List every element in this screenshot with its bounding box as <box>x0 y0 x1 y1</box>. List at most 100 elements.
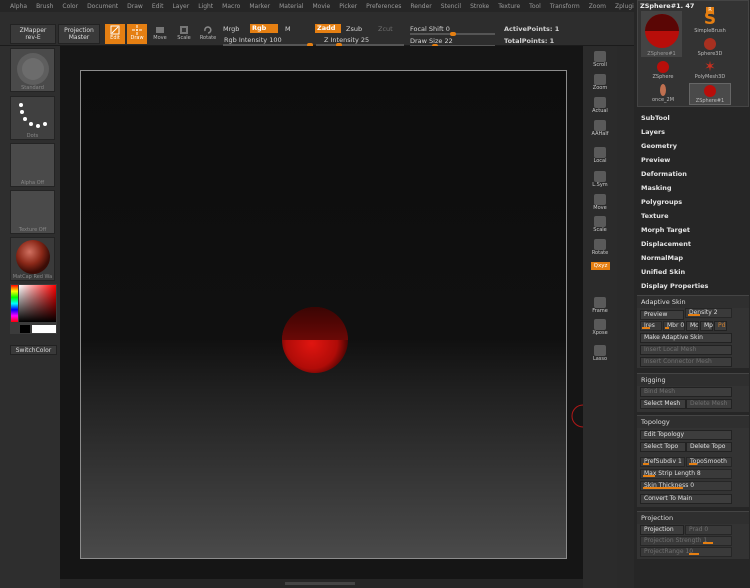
projection-strength-slider[interactable]: Projection Strength 1 <box>640 536 732 546</box>
alpha-thumbnail[interactable]: Alpha Off <box>10 143 55 187</box>
zmapper-button[interactable]: ZMapper rev-E <box>10 24 56 44</box>
menu-item-stencil[interactable]: Stencil <box>441 3 461 10</box>
palette-texture[interactable]: Texture <box>641 212 669 220</box>
mrgb-button[interactable]: Mrgb <box>223 25 239 33</box>
insert-connector-mesh-button[interactable]: Insert Connector Mesh <box>640 357 732 367</box>
draw-button[interactable]: Draw <box>127 24 147 44</box>
shelf-move-button[interactable]: Move <box>589 193 611 213</box>
menu-item-texture[interactable]: Texture <box>498 3 520 10</box>
palette-normalmap[interactable]: NormalMap <box>641 254 683 262</box>
shelf-scale-button[interactable]: Scale <box>589 215 611 235</box>
tool-main-thumb[interactable]: ZSphere#1 <box>641 11 682 57</box>
shelf-actual-button[interactable]: Actual <box>589 96 611 116</box>
adaptive-skin-header[interactable]: Adaptive Skin <box>637 296 749 308</box>
adaptive-density-slider[interactable]: Density 2 <box>685 308 732 318</box>
menu-item-layer[interactable]: Layer <box>172 3 189 10</box>
switch-color-button[interactable]: SwitchColor <box>10 345 57 355</box>
edit-topology-button[interactable]: Edit Topology <box>640 430 732 440</box>
menu-item-stroke[interactable]: Stroke <box>470 3 489 10</box>
tool-thumb-sphere3d[interactable]: Sphere3D <box>693 37 727 59</box>
menu-item-edit[interactable]: Edit <box>152 3 164 10</box>
m-button[interactable]: M <box>285 25 291 33</box>
tool-thumb-once2m[interactable]: once_2M <box>646 83 680 105</box>
menu-item-preferences[interactable]: Preferences <box>366 3 401 10</box>
menu-item-render[interactable]: Render <box>410 3 431 10</box>
palette-masking[interactable]: Masking <box>641 184 672 192</box>
toposmooth-slider[interactable]: TopoSmooth <box>686 457 732 467</box>
shelf-aahalf-button[interactable]: AAHalf <box>589 119 611 139</box>
menu-item-transform[interactable]: Transform <box>550 3 580 10</box>
palette-displacement[interactable]: Displacement <box>641 240 691 248</box>
rigging-header[interactable]: Rigging <box>637 374 749 386</box>
bottom-scroll-handle[interactable] <box>285 582 355 585</box>
rotate-button[interactable]: Rotate <box>198 24 218 44</box>
tool-thumb-simplebrush[interactable]: S SimpleBrush <box>693 11 727 35</box>
shelf-rotate-button[interactable]: Rotate <box>589 238 611 258</box>
palette-polygroups[interactable]: Polygroups <box>641 198 682 206</box>
adaptive-mp-button[interactable]: Mp <box>700 321 713 331</box>
zsub-button[interactable]: Zsub <box>346 25 362 33</box>
shelf-scroll-button[interactable]: Scroll <box>589 50 611 70</box>
skin-thickness-slider[interactable]: Skin Thickness 0 <box>640 481 732 491</box>
palette-preview[interactable]: Preview <box>641 156 670 164</box>
menu-item-light[interactable]: Light <box>198 3 213 10</box>
adaptive-mbr-slider[interactable]: Mbr 0 <box>663 321 685 331</box>
menu-item-marker[interactable]: Marker <box>249 3 270 10</box>
palette-subtool[interactable]: SubTool <box>641 114 670 122</box>
xyz-symmetry-button[interactable]: Qxyz <box>591 262 610 270</box>
shelf-frame-button[interactable]: Frame <box>589 296 611 316</box>
move-button[interactable]: Move <box>150 24 170 44</box>
color-picker[interactable] <box>10 284 57 334</box>
adaptive-preview-button[interactable]: Preview <box>640 310 684 320</box>
topology-header[interactable]: Topology <box>637 416 749 428</box>
make-adaptive-skin-button[interactable]: Make Adaptive Skin <box>640 333 732 343</box>
menu-item-movie[interactable]: Movie <box>312 3 330 10</box>
projection-header[interactable]: Projection <box>637 512 749 524</box>
palette-display-properties[interactable]: Display Properties <box>641 282 708 290</box>
menu-item-document[interactable]: Document <box>87 3 118 10</box>
shelf-xpose-button[interactable]: Xpose <box>589 318 611 338</box>
menu-item-alpha[interactable]: Alpha <box>10 3 27 10</box>
focal-shift-slider[interactable] <box>410 32 495 36</box>
menu-item-draw[interactable]: Draw <box>127 3 143 10</box>
shelf-zoom-button[interactable]: Zoom <box>589 73 611 93</box>
prad-slider[interactable]: Prad 0 <box>685 525 732 535</box>
tool-thumb-zsphere-selected[interactable]: ZSphere#1 <box>689 83 731 105</box>
menu-item-tool[interactable]: Tool <box>529 3 541 10</box>
palette-morph-target[interactable]: Morph Target <box>641 226 690 234</box>
edit-button[interactable]: Edit <box>105 24 125 44</box>
saturation-field[interactable] <box>19 285 56 322</box>
main-color-swatch[interactable] <box>32 325 56 333</box>
hue-strip[interactable] <box>11 285 18 322</box>
menu-item-picker[interactable]: Picker <box>339 3 357 10</box>
bind-mesh-button[interactable]: Bind Mesh <box>640 387 732 397</box>
projection-button[interactable]: Projection <box>640 525 684 535</box>
select-topo-button[interactable]: Select Topo <box>640 442 686 452</box>
stroke-thumbnail[interactable]: Dots <box>10 96 55 140</box>
zcut-button[interactable]: Zcut <box>378 25 393 33</box>
delete-mesh-button[interactable]: Delete Mesh <box>686 399 732 409</box>
adaptive-pd-button[interactable]: Pd <box>714 321 727 331</box>
palette-deformation[interactable]: Deformation <box>641 170 687 178</box>
prefsubdiv-slider[interactable]: PrefSubdiv 1 <box>640 457 685 467</box>
tool-thumb-zsphere[interactable]: ZSphere <box>646 60 680 82</box>
texture-thumbnail[interactable]: Texture Off <box>10 190 55 234</box>
secondary-color-swatch[interactable] <box>20 325 30 333</box>
tool-thumb-polymesh3d[interactable]: ✶ PolyMesh3D <box>693 60 727 82</box>
material-thumbnail[interactable]: MatCap Red Wa <box>10 237 55 281</box>
shelf-local-button[interactable]: Local <box>589 146 611 166</box>
select-mesh-button[interactable]: Select Mesh <box>640 399 686 409</box>
adaptive-mc-button[interactable]: Mc <box>686 321 699 331</box>
palette-geometry[interactable]: Geometry <box>641 142 677 150</box>
brush-thumbnail[interactable]: Standard <box>10 48 55 92</box>
rgb-button[interactable]: Rgb <box>250 24 278 33</box>
delete-topo-button[interactable]: Delete Topo <box>686 442 732 452</box>
convert-to-main-button[interactable]: Convert To Main <box>640 494 732 504</box>
zsphere-object[interactable] <box>281 306 349 374</box>
zadd-button[interactable]: Zadd <box>315 24 341 33</box>
insert-local-mesh-button[interactable]: Insert Local Mesh <box>640 345 732 355</box>
scale-button[interactable]: Scale <box>174 24 194 44</box>
palette-layers[interactable]: Layers <box>641 128 665 136</box>
project-range-slider[interactable]: ProjectRange 10 <box>640 547 732 557</box>
menu-item-zoom[interactable]: Zoom <box>589 3 606 10</box>
